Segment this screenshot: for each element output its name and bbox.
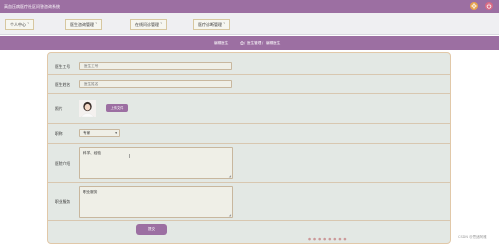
service-textarea[interactable]: 职业服务 ◢	[79, 186, 233, 218]
doctor-photo	[79, 100, 96, 117]
title-select-value: 专家	[83, 131, 91, 135]
breadcrumb-separator: /	[262, 41, 264, 45]
nav-item-doctor-consult[interactable]: 医生咨询管理 ˅	[65, 19, 103, 30]
submit-button[interactable]: 提交	[136, 224, 167, 235]
doctor-name-input[interactable]	[79, 80, 232, 88]
photo-label: 照片	[55, 106, 63, 111]
gear-icon-glyph	[471, 3, 477, 9]
app-title: 高血压病医疗社区问答咨询系统	[4, 4, 60, 9]
doctor-photo-image	[79, 100, 96, 117]
title-select[interactable]: 专家 ▾	[79, 129, 120, 137]
service-label: 职业服务	[55, 199, 71, 204]
power-icon[interactable]	[485, 2, 493, 10]
service-placeholder: 职业服务	[83, 190, 98, 194]
gear-icon[interactable]	[470, 2, 478, 10]
intro-label: 医院介绍	[55, 161, 71, 166]
row-divider	[48, 93, 450, 94]
upload-file-button[interactable]: 上传文件	[106, 104, 128, 112]
row-divider	[48, 182, 450, 183]
nav-item-diagnosis[interactable]: 医疗诊断管理 ˅	[193, 19, 231, 30]
intro-textarea[interactable]: 科学、经验 ◢	[79, 147, 233, 179]
intro-text: 科学、经验	[83, 151, 101, 155]
chevron-down-icon: ▾	[115, 131, 117, 135]
main-nav: 个人中心 ˅ 医生咨询管理 ˅ 在线问诊管理 ˅ 医疗诊断管理 ˅	[0, 13, 499, 35]
row-divider	[48, 74, 450, 75]
breadcrumb-doctor-management[interactable]: 医生管理	[247, 41, 261, 46]
row-divider	[48, 220, 450, 221]
page-title: 编辑医生	[214, 41, 229, 45]
text-cursor-icon: I	[129, 154, 131, 160]
breadcrumb: 编辑医生 / 医生管理 / 编辑医生	[0, 36, 499, 50]
nav-item-online-consult[interactable]: 在线问诊管理 ˅	[130, 19, 168, 30]
row-divider	[48, 123, 450, 124]
breadcrumb-separator: /	[244, 41, 246, 45]
title-label: 职称	[55, 131, 63, 136]
footer-decoration: ●●●●●●●●	[308, 237, 349, 241]
breadcrumb-edit-doctor: 编辑医生	[266, 41, 281, 45]
doctor-no-label: 医生工号	[55, 64, 71, 69]
resize-handle-icon[interactable]: ◢	[229, 174, 231, 178]
resize-handle-icon[interactable]: ◢	[229, 213, 231, 217]
row-divider	[48, 143, 450, 144]
power-icon-glyph	[486, 3, 492, 9]
doctor-edit-form: 医生工号 医生姓名 照片 上传文件 职称 专家 ▾ 医院介绍 科学、经验 ◢ I…	[47, 52, 451, 244]
doctor-no-input[interactable]	[79, 62, 232, 70]
top-header: 高血压病医疗社区问答咨询系统	[0, 0, 499, 13]
watermark: CSDN @思绪阿雅	[458, 235, 487, 239]
doctor-name-label: 医生姓名	[55, 82, 71, 87]
nav-item-personal-center[interactable]: 个人中心 ˅	[5, 19, 35, 30]
